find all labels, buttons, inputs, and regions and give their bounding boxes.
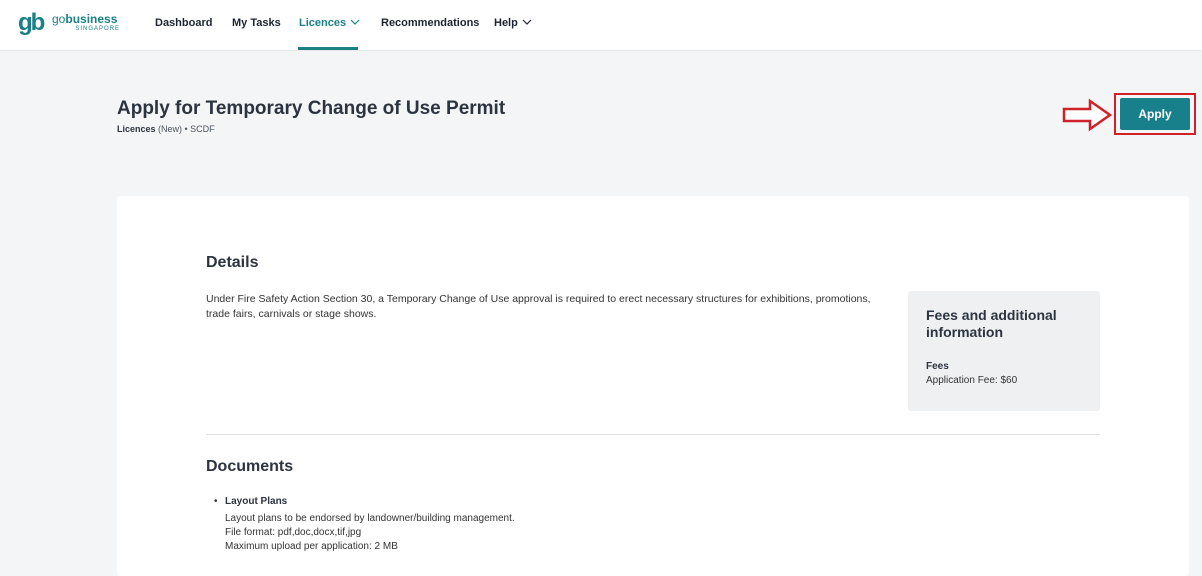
document-file-format: File format: pdf,doc,docx,tif,jpg: [225, 527, 362, 538]
breadcrumb: Licences (New) • SCDF: [117, 124, 215, 134]
chevron-down-icon: [350, 19, 360, 25]
chevron-down-icon: [522, 19, 532, 25]
fees-panel: Fees and additional information Fees App…: [908, 291, 1100, 411]
nav-dashboard[interactable]: Dashboard: [155, 17, 212, 29]
logo-bold: business: [65, 12, 118, 26]
top-navigation: gb gobusiness SINGAPORE Dashboard My Tas…: [0, 0, 1202, 51]
documents-heading: Documents: [206, 458, 294, 475]
document-description: Layout plans to be endorsed by landowner…: [225, 513, 515, 524]
breadcrumb-meta: (New) • SCDF: [155, 124, 215, 134]
red-arrow-icon: [1062, 98, 1113, 132]
fees-panel-title: Fees and additional information: [926, 307, 1057, 340]
logo-prefix: go: [52, 12, 66, 26]
document-max-upload: Maximum upload per application: 2 MB: [225, 541, 398, 552]
document-name: Layout Plans: [225, 496, 288, 507]
gb-logo-icon: gb: [18, 9, 45, 36]
nav-my-tasks[interactable]: My Tasks: [232, 17, 281, 29]
page-title: Apply for Temporary Change of Use Permit: [117, 98, 506, 119]
active-tab-indicator: [298, 47, 358, 50]
details-heading: Details: [206, 254, 259, 271]
section-divider: [206, 434, 1100, 435]
nav-help[interactable]: Help: [494, 17, 532, 29]
fees-label: Fees: [926, 361, 949, 372]
logo-subtext: SINGAPORE: [75, 26, 120, 32]
apply-button[interactable]: Apply: [1120, 98, 1190, 130]
nav-licences[interactable]: Licences: [299, 17, 360, 29]
details-text: Under Fire Safety Action Section 30, a T…: [206, 293, 871, 320]
list-bullet: •: [214, 496, 218, 507]
nav-recommendations[interactable]: Recommendations: [381, 17, 479, 29]
application-fee-value: Application Fee: $60: [926, 375, 1018, 386]
breadcrumb-category: Licences: [117, 124, 156, 134]
